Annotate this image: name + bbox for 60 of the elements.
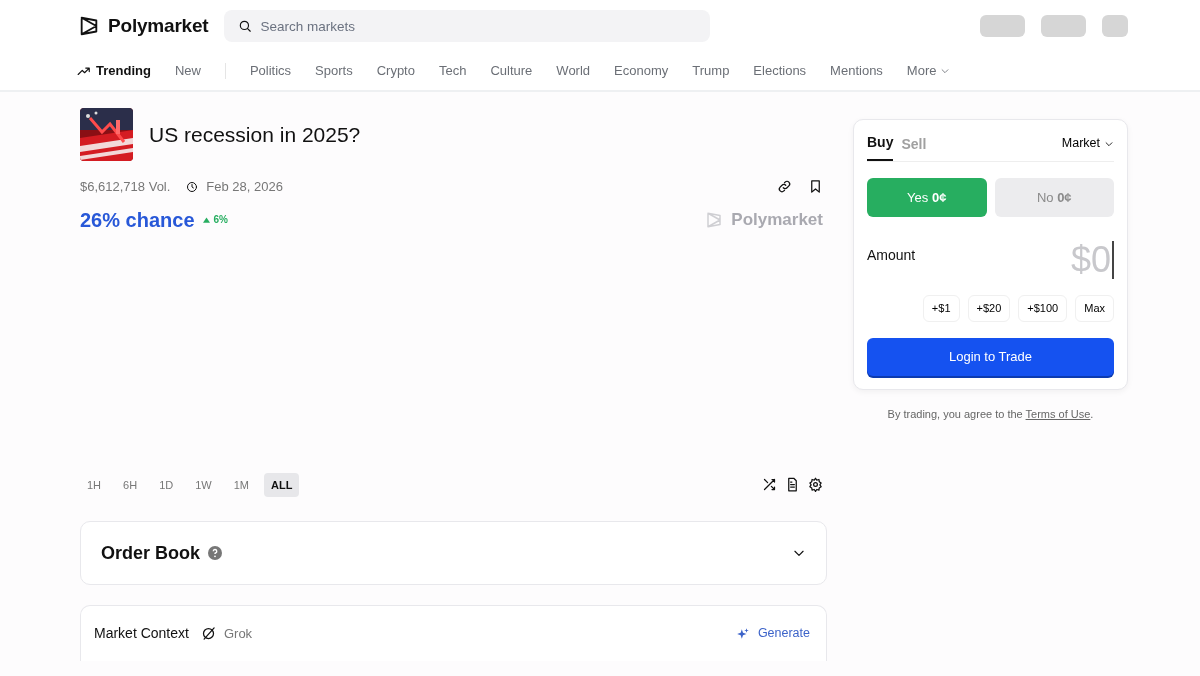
login-button[interactable]: Login to Trade	[867, 337, 1114, 376]
quick-amount-button[interactable]: +$1	[922, 295, 960, 322]
nav-tab[interactable]: More	[906, 61, 951, 81]
panel-title: Market Context	[94, 624, 189, 643]
nav-tab[interactable]: World	[556, 61, 591, 81]
nav-tab[interactable]: Elections	[753, 61, 807, 81]
outcome-button[interactable]: Yes 0¢	[867, 178, 987, 217]
bookmark-icon[interactable]	[808, 179, 823, 195]
nav-tab[interactable]: Tech	[438, 61, 467, 81]
nav-tab[interactable]: Sports	[315, 61, 353, 81]
volume-text: $6,612,718 Vol.	[80, 178, 171, 196]
timeframe-tab[interactable]: 1D	[152, 472, 181, 497]
link-icon[interactable]	[777, 179, 792, 195]
trending-icon	[76, 64, 92, 78]
nav-tab[interactable]: Crypto	[376, 61, 415, 81]
nav-tab[interactable]: Culture	[490, 61, 533, 81]
trade-tab[interactable]: Buy	[867, 132, 894, 161]
panel-title: Order Book	[101, 541, 201, 565]
market-title: US recession in 2025?	[149, 121, 361, 148]
help-icon[interactable]	[208, 546, 223, 560]
nav-tab[interactable]: Trending	[76, 61, 151, 81]
terms-text: By trading, you agree to the Terms of Use.	[886, 406, 1095, 422]
nav-tab[interactable]: Politics	[249, 61, 292, 81]
source-label: Grok	[223, 624, 253, 643]
chart-watermark: Polymarket	[731, 208, 823, 231]
search-field[interactable]: Search markets	[224, 10, 711, 42]
nav-tab[interactable]: New	[174, 61, 201, 81]
timeframe-tab[interactable]: ALL	[263, 472, 300, 497]
nav-tab[interactable]: Trump	[692, 61, 730, 81]
chevron-down-icon	[940, 66, 951, 76]
timeframe-tab[interactable]: 6H	[116, 472, 145, 497]
quick-amount-button[interactable]: +$100	[1018, 295, 1068, 322]
search-icon	[238, 19, 253, 33]
order-book-panel[interactable]: Order Book	[80, 521, 827, 585]
logo-icon	[705, 210, 724, 229]
logo-text[interactable]: Polymarket	[108, 11, 209, 41]
up-triangle-icon	[202, 216, 210, 223]
generate-button[interactable]: Generate	[735, 624, 810, 643]
order-type-dropdown[interactable]: Market	[1061, 134, 1114, 153]
end-date: Feb 28, 2026	[206, 178, 283, 196]
loading-placeholder	[1041, 15, 1086, 37]
outcome-button[interactable]: No 0¢	[994, 178, 1114, 217]
clock-icon	[186, 180, 199, 193]
slash-circle-icon	[200, 626, 216, 641]
amount-label: Amount	[867, 246, 916, 265]
chance-value: 26% chance	[80, 207, 195, 233]
timeframe-tab[interactable]: 1M	[226, 472, 256, 497]
timeframe-tab[interactable]: 1W	[188, 472, 219, 497]
nav-tab[interactable]: Economy	[614, 61, 669, 81]
logo-icon[interactable]	[78, 15, 100, 37]
nav-tab[interactable]: Mentions	[830, 61, 883, 81]
change-value: 6%	[202, 212, 228, 227]
settings-icon[interactable]	[808, 477, 823, 493]
quick-amount-button[interactable]: Max	[1075, 295, 1114, 322]
document-icon[interactable]	[785, 477, 800, 493]
loading-placeholder	[1102, 15, 1128, 37]
quick-amount-button[interactable]: +$20	[967, 295, 1011, 322]
timeframe-tab[interactable]: 1H	[80, 472, 109, 497]
shuffle-icon[interactable]	[762, 477, 777, 493]
loading-placeholder	[980, 15, 1025, 37]
